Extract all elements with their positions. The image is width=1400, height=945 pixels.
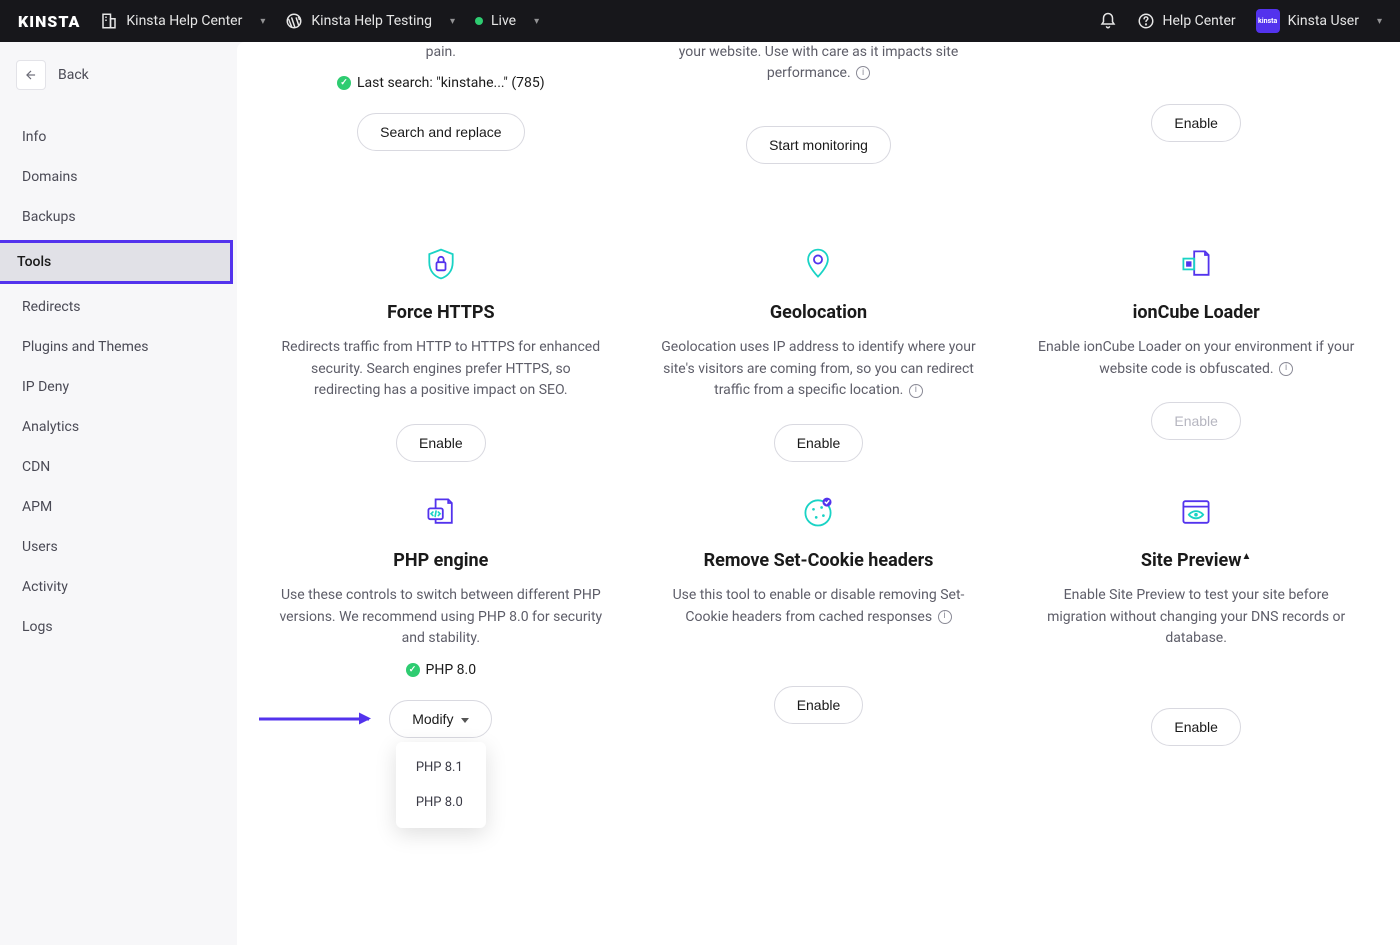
card-desc: Enable Site Preview to test your site be… [1032,585,1360,650]
chevron-down-icon: ▾ [534,16,539,27]
card-desc: Use this tool to enable or disable remov… [655,585,983,628]
card-desc: Enable ionCube Loader on your environmen… [1032,337,1360,380]
avatar: kinsta [1256,9,1280,33]
start-monitoring-button[interactable]: Start monitoring [746,126,891,164]
sidebar-item-redirects[interactable]: Redirects [12,288,225,326]
php-option[interactable]: PHP 8.1 [396,750,486,785]
live-dot-icon [475,17,483,25]
info-icon[interactable]: i [1279,362,1293,376]
card-title: Site Preview▲ [1032,550,1360,571]
building-icon [100,12,118,30]
card-geolocation: Geolocation Geolocation uses IP address … [645,244,993,462]
main-content: pain. ✓ Last search: "kinstahe..." (785)… [237,42,1400,945]
top-bar: KINSTA Kinsta Help Center ▾ Kinsta Help … [0,0,1400,42]
php-option[interactable]: PHP 8.0 [396,785,486,820]
back-button[interactable] [16,60,46,90]
pin-icon [800,246,836,282]
card-desc: Use these controls to switch between dif… [277,585,605,650]
card-title: Force HTTPS [277,302,605,323]
cube-file-icon [1178,246,1214,282]
info-icon[interactable]: i [909,384,923,398]
search-replace-status: ✓ Last search: "kinstahe..." (785) [275,75,607,91]
help-label: Help Center [1163,13,1236,29]
annotation-arrow [259,718,369,721]
user-menu[interactable]: kinsta Kinsta User ▾ [1256,9,1382,33]
sidebar-item-domains[interactable]: Domains [12,158,225,196]
sidebar-item-activity[interactable]: Activity [12,568,225,606]
card-desc-fragment: your website. Use with care as it impact… [653,42,985,84]
card-php-engine: PHP engine Use these controls to switch … [267,492,615,746]
site-label: Kinsta Help Testing [311,13,432,29]
sidebar-item-tools[interactable]: Tools [0,243,230,281]
wordpress-icon [285,12,303,30]
search-replace-button[interactable]: Search and replace [357,113,524,151]
arrow-left-icon [24,68,38,82]
chevron-down-icon: ▾ [260,16,265,27]
chevron-down-icon: ▾ [1377,16,1382,27]
card-site-preview: Site Preview▲ Enable Site Preview to tes… [1022,492,1370,746]
sidebar-item-backups[interactable]: Backups [12,198,225,236]
card-title: Remove Set-Cookie headers [655,550,983,571]
card-title: ionCube Loader [1032,302,1360,323]
info-icon[interactable]: i [938,610,952,624]
sidebar-item-info[interactable]: Info [12,118,225,156]
preview-eye-icon [1178,494,1214,530]
info-icon[interactable]: i [856,66,870,80]
remove-cookie-enable-button[interactable]: Enable [774,686,864,724]
card-remove-cookie: Remove Set-Cookie headers Use this tool … [645,492,993,746]
php-status: ✓ PHP 8.0 [277,662,605,678]
check-icon: ✓ [406,663,420,677]
back-label: Back [58,67,89,83]
sidebar-item-logs[interactable]: Logs [12,608,225,646]
user-label: Kinsta User [1288,13,1359,29]
org-label: Kinsta Help Center [126,13,242,29]
card-title: PHP engine [277,550,605,571]
php-version-dropdown: PHP 8.1 PHP 8.0 [396,742,486,828]
cookie-icon [800,494,836,530]
card-ioncube: ionCube Loader Enable ionCube Loader on … [1022,244,1370,462]
ioncube-enable-button[interactable]: Enable [1151,402,1241,440]
force-https-enable-button[interactable]: Enable [396,424,486,462]
env-label: Live [491,13,516,29]
env-switcher[interactable]: Live ▾ [475,13,539,29]
sidebar-item-plugins-themes[interactable]: Plugins and Themes [12,328,225,366]
card-desc: Geolocation uses IP address to identify … [655,337,983,402]
bell-icon[interactable] [1099,12,1117,30]
help-icon [1137,12,1155,30]
geolocation-enable-button[interactable]: Enable [774,424,864,462]
logo: KINSTA [18,12,80,31]
sidebar-active-highlight: Tools [0,240,233,284]
check-icon: ✓ [337,76,351,90]
sidebar-item-users[interactable]: Users [12,528,225,566]
site-switcher[interactable]: Kinsta Help Testing ▾ [285,12,455,30]
card-desc: Redirects traffic from HTTP to HTTPS for… [277,337,605,402]
beta-marker: ▲ [1242,551,1252,562]
sidebar-item-analytics[interactable]: Analytics [12,408,225,446]
card-title: Geolocation [655,302,983,323]
shield-lock-icon [423,246,459,282]
sidebar-item-apm[interactable]: APM [12,488,225,526]
card-desc-fragment: pain. [275,42,607,63]
enable-button[interactable]: Enable [1151,104,1241,142]
site-preview-enable-button[interactable]: Enable [1151,708,1241,746]
card-force-https: Force HTTPS Redirects traffic from HTTP … [267,244,615,462]
org-switcher[interactable]: Kinsta Help Center ▾ [100,12,265,30]
sidebar: Back Info Domains Backups Tools Redirect… [0,42,237,945]
sidebar-item-cdn[interactable]: CDN [12,448,225,486]
sidebar-item-ip-deny[interactable]: IP Deny [12,368,225,406]
php-modify-button[interactable]: Modify [389,700,492,738]
help-center-link[interactable]: Help Center [1137,12,1236,30]
chevron-down-icon: ▾ [450,16,455,27]
code-file-icon [423,494,459,530]
